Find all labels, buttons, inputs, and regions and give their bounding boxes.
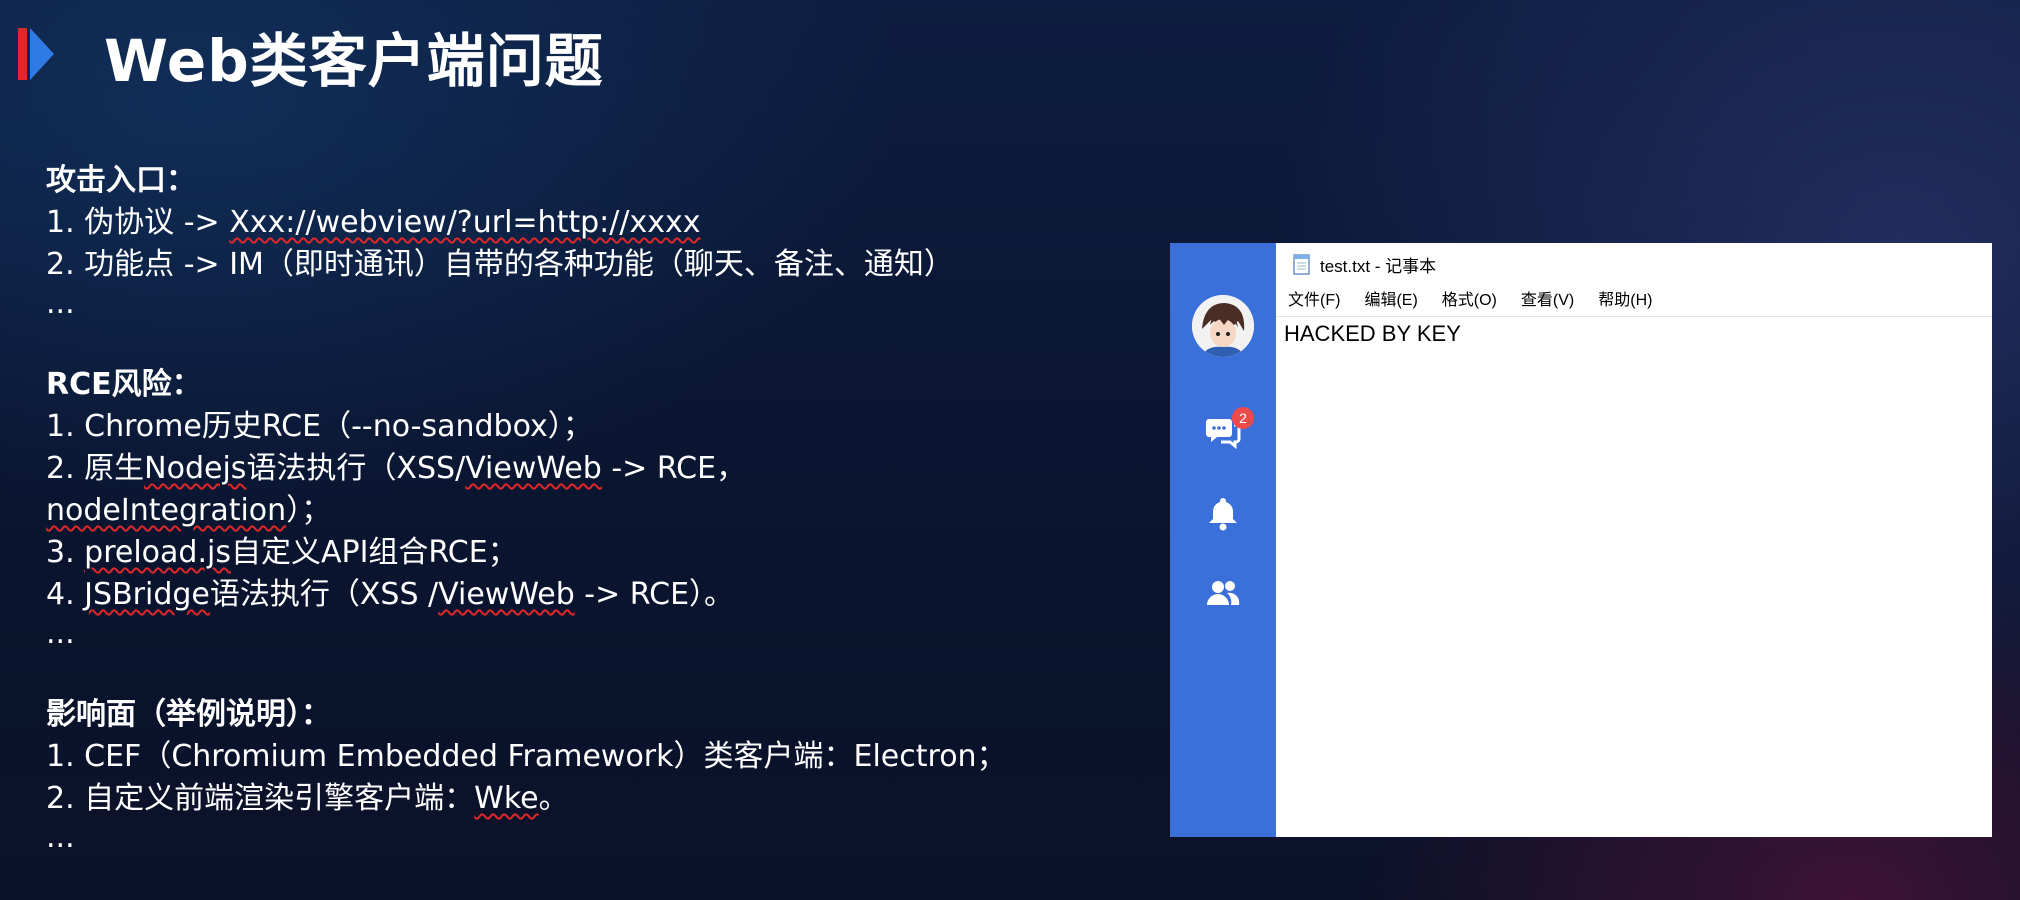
entry-more: ... xyxy=(46,286,75,321)
impact-more: ... xyxy=(46,820,75,855)
rce-item-4: 4. JSBridge语法执行（XSS /ViewWeb -> RCE）。 xyxy=(46,574,1166,616)
rce-item-2-d: ViewWeb xyxy=(465,451,602,486)
menu-file[interactable]: 文件(F) xyxy=(1276,287,1352,315)
chat-unread-badge: 2 xyxy=(1232,407,1254,429)
client-screenshot: 2 test.txt - 记事本 文件(F) 编辑(E) 格式(O) 查看(V)… xyxy=(1170,243,1992,837)
rce-item-4-c: 语法执行（XSS / xyxy=(209,577,439,612)
rce-item-2-e: -> RCE， xyxy=(601,451,747,486)
notepad-title: test.txt - 记事本 xyxy=(1320,256,1437,276)
impact-item-2-b: Wke xyxy=(474,781,539,816)
rce-heading: RCE风险： xyxy=(46,367,202,402)
menu-format[interactable]: 格式(O) xyxy=(1430,287,1509,315)
notepad-menubar: 文件(F) 编辑(E) 格式(O) 查看(V) 帮助(H) xyxy=(1276,287,1664,315)
rce-item-2-f: nodeIntegration xyxy=(46,493,287,528)
bell-icon[interactable] xyxy=(1203,493,1243,533)
rce-item-4-b: JSBridge xyxy=(84,577,210,612)
menu-view[interactable]: 查看(V) xyxy=(1509,287,1586,315)
impact-item-2-c: 。 xyxy=(538,781,569,816)
contacts-icon[interactable] xyxy=(1203,573,1243,613)
impact-item-1: 1. CEF（Chromium Embedded Framework）类客户端：… xyxy=(46,739,1007,774)
notepad-separator xyxy=(1276,316,1992,317)
rce-item-3: 3. preload.js自定义API组合RCE； xyxy=(46,532,1166,574)
impact-item-2-a: 2. 自定义前端渲染引擎客户端： xyxy=(46,781,475,816)
notepad-text-area[interactable]: HACKED BY KEY xyxy=(1284,321,1461,347)
notepad-file-icon xyxy=(1293,254,1310,275)
rce-item-2-g: ）； xyxy=(286,493,332,528)
entry-item-1-link: Xxx://webview/?url=http://xxxx xyxy=(229,205,701,240)
rce-item-2-cont: nodeIntegration）； xyxy=(46,490,1166,532)
rce-item-2: 2. 原生Nodejs语法执行（XSS/ViewWeb -> RCE， xyxy=(46,448,1166,490)
avatar-icon xyxy=(1192,295,1254,357)
slide-content: 攻击入口： 1. 伪协议 -> Xxx://webview/?url=http:… xyxy=(46,160,1166,856)
menu-help[interactable]: 帮助(H) xyxy=(1586,287,1664,315)
entry-item-1-prefix: 1. 伪协议 -> xyxy=(46,205,230,240)
rce-item-4-d: ViewWeb xyxy=(438,577,575,612)
notepad-titlebar: test.txt - 记事本 xyxy=(1292,249,1436,279)
rce-more: ... xyxy=(46,616,75,651)
rce-item-4-e: -> RCE）。 xyxy=(574,577,735,612)
entry-item-1: 1. 伪协议 -> Xxx://webview/?url=http://xxxx xyxy=(46,202,1166,244)
app-sidebar: 2 xyxy=(1170,243,1276,837)
rce-item-2-a: 2. 原生 xyxy=(46,451,145,486)
rce-item-2-c: 语法执行（XSS/ xyxy=(246,451,466,486)
rce-item-3-a: 3. xyxy=(46,535,85,570)
slide-title: Web类客户端问题 xyxy=(104,27,604,95)
impact-item-2: 2. 自定义前端渲染引擎客户端：Wke。 xyxy=(46,778,1166,820)
menu-edit[interactable]: 编辑(E) xyxy=(1352,287,1429,315)
impact-heading: 影响面（举例说明）： xyxy=(46,697,331,732)
rce-item-2-b: Nodejs xyxy=(144,451,247,486)
rce-item-3-b: preload.js xyxy=(84,535,231,570)
entry-item-2: 2. 功能点 -> IM（即时通讯）自带的各种功能（聊天、备注、通知） xyxy=(46,247,954,282)
rce-item-3-c: 自定义API组合RCE； xyxy=(230,535,518,570)
title-accent-mark xyxy=(18,28,54,80)
avatar[interactable] xyxy=(1192,295,1254,357)
notepad-window: test.txt - 记事本 文件(F) 编辑(E) 格式(O) 查看(V) 帮… xyxy=(1276,243,1992,837)
rce-item-4-a: 4. xyxy=(46,577,85,612)
rce-item-1: 1. Chrome历史RCE（--no-sandbox）； xyxy=(46,409,593,444)
entry-heading: 攻击入口： xyxy=(46,163,196,198)
